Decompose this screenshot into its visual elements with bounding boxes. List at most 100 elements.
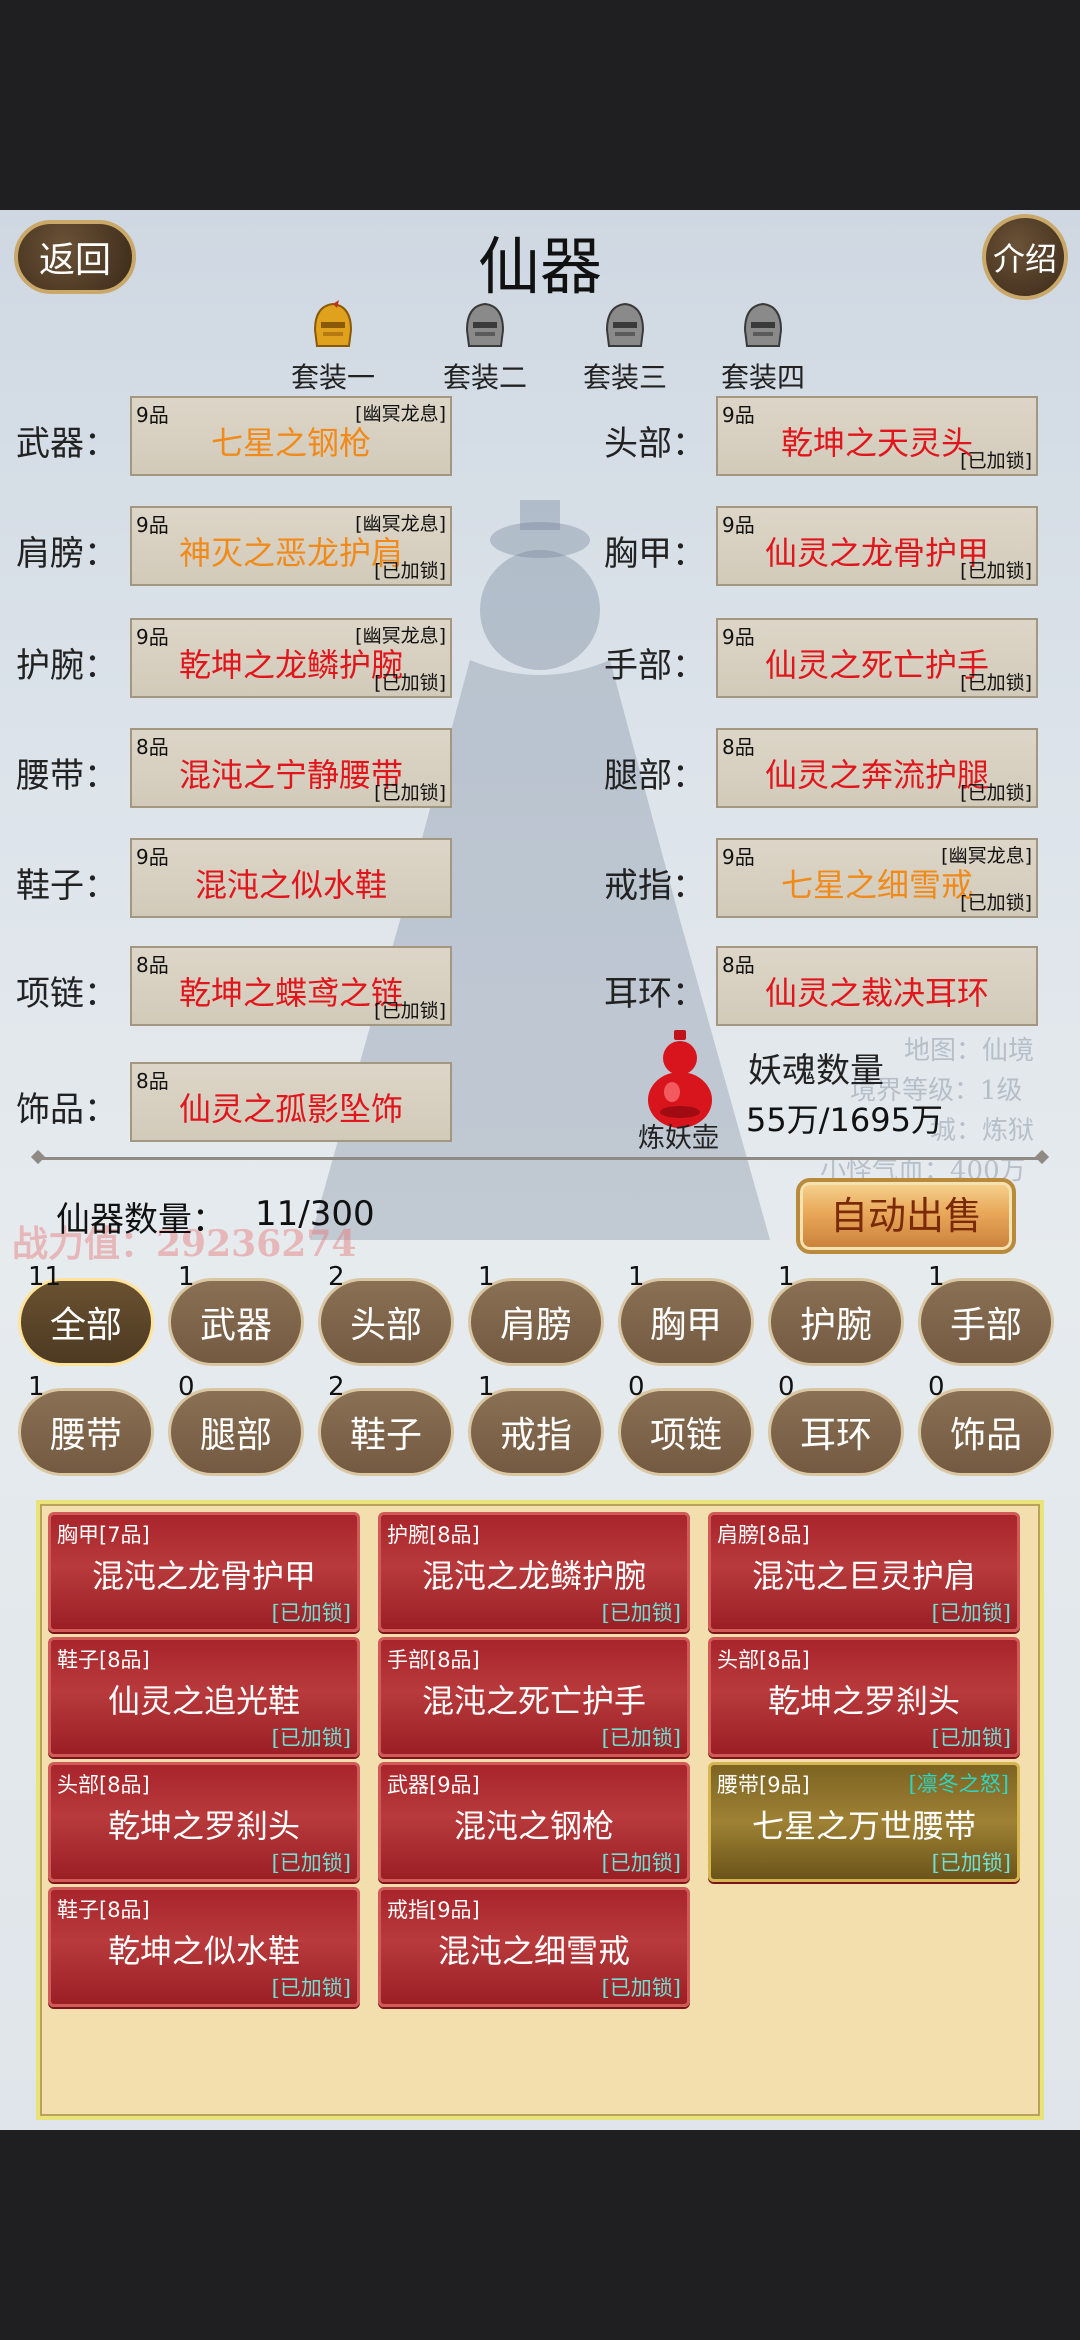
filter-count: 0 — [178, 1372, 195, 1402]
slot-head[interactable]: 9品 乾坤之天灵头 [已加锁] — [716, 396, 1038, 476]
item-card-name: 乾坤之罗刹头 — [767, 1682, 960, 1720]
item-card-lock-status: [已加锁] — [931, 1726, 1011, 1750]
filter-count: 2 — [328, 1262, 345, 1292]
filter-count: 2 — [328, 1372, 345, 1402]
item-card-name: 混沌之钢枪 — [453, 1807, 614, 1845]
slot-label-ornament: 饰品： — [16, 1090, 118, 1130]
item-card-name: 七星之万世腰带 — [751, 1807, 976, 1845]
item-card[interactable]: 头部[8品] 乾坤之罗刹头 [已加锁] — [48, 1762, 360, 1882]
slot-item-name: 混沌之似水鞋 — [194, 866, 387, 904]
item-card[interactable]: 护腕[8品] 混沌之龙鳞护腕 [已加锁] — [378, 1512, 690, 1632]
item-card-lock-status: [已加锁] — [931, 1851, 1011, 1875]
slot-hand[interactable]: 9品 仙灵之死亡护手 [已加锁] — [716, 618, 1038, 698]
item-card-header: 护腕[8品] — [387, 1523, 480, 1547]
slot-leg[interactable]: 8品 仙灵之奔流护腿 [已加锁] — [716, 728, 1038, 808]
slot-ornament[interactable]: 8品 仙灵之孤影坠饰 — [130, 1062, 452, 1142]
slot-item-name: 七星之钢枪 — [210, 424, 371, 462]
item-card[interactable]: 腰带[9品] [凛冬之怒] 七星之万世腰带 [已加锁] — [708, 1762, 1020, 1882]
slot-shoulder[interactable]: 9品 [幽冥龙息] 神灭之恶龙护肩 [已加锁] — [130, 506, 452, 586]
item-card-header: 鞋子[8品] — [57, 1648, 150, 1672]
inventory-count-label: 仙器数量： — [56, 1200, 226, 1240]
slot-lock-status: [已加锁] — [374, 782, 446, 804]
slot-ring[interactable]: 9品 [幽冥龙息] 七星之细雪戒 [已加锁] — [716, 838, 1038, 918]
item-card-name: 仙灵之追光鞋 — [107, 1682, 300, 1720]
set-tab-label: 套装一 — [290, 361, 375, 394]
bg-info-line: 地图：仙境 — [904, 1036, 1035, 1066]
slot-label-shoes: 鞋子： — [16, 866, 118, 906]
filter-count: 1 — [628, 1262, 645, 1292]
item-card[interactable]: 鞋子[8品] 仙灵之追光鞋 [已加锁] — [48, 1637, 360, 1757]
set-tab-label: 套装四 — [720, 361, 805, 394]
bg-info-line: 城：炼狱 — [930, 1116, 1035, 1146]
slot-belt[interactable]: 8品 混沌之宁静腰带 [已加锁] — [130, 728, 452, 808]
slot-earring[interactable]: 8品 仙灵之裁决耳环 — [716, 946, 1038, 1026]
item-card-name: 混沌之巨灵护肩 — [751, 1557, 976, 1595]
set-tab-2[interactable]: 套装二 — [430, 300, 540, 396]
item-card[interactable]: 手部[8品] 混沌之死亡护手 [已加锁] — [378, 1637, 690, 1757]
slot-label-hand: 手部： — [604, 646, 706, 686]
filter-count: 0 — [778, 1372, 795, 1402]
item-card-header: 武器[9品] — [387, 1773, 480, 1797]
item-card[interactable]: 鞋子[8品] 乾坤之似水鞋 [已加锁] — [48, 1887, 360, 2007]
slot-item-name: 仙灵之孤影坠饰 — [178, 1090, 403, 1128]
item-card-lock-status: [已加锁] — [271, 1851, 351, 1875]
filter-count: 1 — [478, 1262, 495, 1292]
slot-wrist[interactable]: 9品 [幽冥龙息] 乾坤之龙鳞护腕 [已加锁] — [130, 618, 452, 698]
item-card-name: 混沌之龙鳞护腕 — [421, 1557, 646, 1595]
set-tab-1[interactable]: 套装一 — [278, 300, 388, 396]
set-tab-4[interactable]: 套装四 — [708, 300, 818, 396]
slot-label-chest: 胸甲： — [604, 534, 706, 574]
slot-lock-status: [已加锁] — [374, 1000, 446, 1022]
item-card-header: 鞋子[8品] — [57, 1898, 150, 1922]
item-card-lock-status: [已加锁] — [601, 1851, 681, 1875]
filter-count: 0 — [928, 1372, 945, 1402]
slot-label-weapon: 武器： — [16, 424, 118, 464]
auto-sell-button[interactable]: 自动出售 — [796, 1178, 1016, 1254]
item-card-name: 混沌之死亡护手 — [421, 1682, 646, 1720]
slot-weapon[interactable]: 9品 [幽冥龙息] 七星之钢枪 — [130, 396, 452, 476]
item-card-header: 手部[8品] — [387, 1648, 480, 1672]
slot-label-head: 头部： — [604, 424, 706, 464]
item-card-lock-status: [已加锁] — [601, 1976, 681, 2000]
slot-label-leg: 腿部： — [604, 756, 706, 796]
item-card-name: 乾坤之罗刹头 — [107, 1807, 300, 1845]
filter-count: 1 — [778, 1262, 795, 1292]
item-card[interactable]: 肩膀[8品] 混沌之巨灵护肩 [已加锁] — [708, 1512, 1020, 1632]
item-card-lock-status: [已加锁] — [271, 1976, 351, 2000]
slot-item-name: 仙灵之裁决耳环 — [764, 974, 989, 1012]
item-card-name: 混沌之龙骨护甲 — [91, 1557, 316, 1595]
set-tab-3[interactable]: 套装三 — [570, 300, 680, 396]
helmet-icon — [313, 300, 353, 347]
slot-lock-status: [已加锁] — [960, 560, 1032, 582]
item-card[interactable]: 武器[9品] 混沌之钢枪 [已加锁] — [378, 1762, 690, 1882]
slot-lock-status: [已加锁] — [960, 782, 1032, 804]
item-card-header: 头部[8品] — [57, 1773, 150, 1797]
filter-count: 0 — [628, 1372, 645, 1402]
item-card-name: 乾坤之似水鞋 — [107, 1932, 300, 1970]
slot-label-ring: 戒指： — [604, 866, 706, 906]
item-card-lock-status: [已加锁] — [271, 1601, 351, 1625]
set-tab-label: 套装二 — [442, 361, 527, 394]
item-card-name: 混沌之细雪戒 — [437, 1932, 630, 1970]
slot-lock-status: [已加锁] — [960, 450, 1032, 472]
item-card-header: 戒指[9品] — [387, 1898, 480, 1922]
soul-count-value: 55万/1695万 — [746, 1101, 943, 1139]
slot-label-necklace: 项链： — [16, 974, 118, 1014]
filter-count: 11 — [28, 1262, 62, 1292]
page-title: 仙器 — [477, 230, 602, 303]
slot-label-belt: 腰带： — [16, 756, 118, 796]
filter-count: 1 — [478, 1372, 495, 1402]
slot-chest[interactable]: 9品 仙灵之龙骨护甲 [已加锁] — [716, 506, 1038, 586]
item-card[interactable]: 头部[8品] 乾坤之罗刹头 [已加锁] — [708, 1637, 1020, 1757]
slot-shoes[interactable]: 9品 混沌之似水鞋 — [130, 838, 452, 918]
slot-necklace[interactable]: 8品 乾坤之蝶鸢之链 [已加锁] — [130, 946, 452, 1026]
item-card-header: 肩膀[8品] — [717, 1523, 810, 1547]
filter-count: 1 — [178, 1262, 195, 1292]
item-card[interactable]: 戒指[9品] 混沌之细雪戒 [已加锁] — [378, 1887, 690, 2007]
demon-gourd-icon[interactable] — [640, 1030, 720, 1130]
item-card[interactable]: 胸甲[7品] 混沌之龙骨护甲 [已加锁] — [48, 1512, 360, 1632]
item-card-lock-status: [已加锁] — [271, 1726, 351, 1750]
slot-lock-status: [已加锁] — [374, 560, 446, 582]
intro-button[interactable]: 介绍 — [982, 214, 1068, 300]
item-card-lock-status: [已加锁] — [601, 1601, 681, 1625]
